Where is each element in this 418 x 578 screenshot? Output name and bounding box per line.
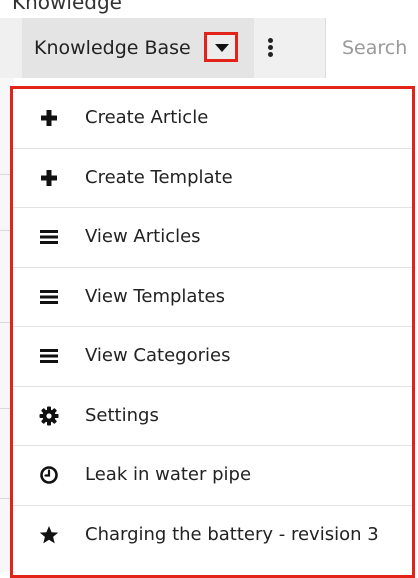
menu-item-label: View Categories <box>85 345 231 366</box>
menu-item-label: Settings <box>85 404 159 426</box>
menu-item-recent-leak-in-water-pipe[interactable]: Leak in water pipe <box>13 446 412 506</box>
list-icon <box>39 346 59 366</box>
menu-item-label: View Templates <box>85 285 225 307</box>
list-icon <box>39 287 59 307</box>
clock-icon <box>39 465 59 485</box>
menu-item-view-categories[interactable]: View Categories <box>13 327 412 387</box>
search-placeholder: Search <box>342 37 408 59</box>
menu-item-label: View Articles <box>85 226 201 247</box>
more-options-icon[interactable] <box>262 32 278 62</box>
module-header: Knowledge Base Search <box>0 18 418 78</box>
gear-icon <box>39 406 59 426</box>
menu-item-label: Leak in water pipe <box>85 464 252 485</box>
plus-icon <box>39 108 59 128</box>
menu-item-create-article[interactable]: Create Article <box>13 89 412 149</box>
menu-item-label: Charging the battery - revision 3 <box>85 523 379 545</box>
module-dropdown-caret-button[interactable] <box>204 32 238 62</box>
module-dropdown-menu: Create Article Create Template View Arti… <box>10 86 415 578</box>
plus-icon <box>39 168 59 188</box>
top-strip-label: Knowledge <box>12 0 122 14</box>
menu-item-view-templates[interactable]: View Templates <box>13 268 412 327</box>
menu-item-label: Create Template <box>85 166 233 188</box>
menu-item-favorite-charging-the-battery[interactable]: Charging the battery - revision 3 <box>13 506 412 566</box>
menu-item-create-template[interactable]: Create Template <box>13 149 412 208</box>
module-tab-label[interactable]: Knowledge Base <box>34 18 191 78</box>
menu-item-settings[interactable]: Settings <box>13 387 412 446</box>
menu-item-label: Create Article <box>85 107 209 128</box>
module-tab-knowledge-base[interactable]: Knowledge Base <box>22 18 254 78</box>
search-bar[interactable]: Search <box>325 18 418 78</box>
star-icon <box>39 525 59 545</box>
list-icon <box>39 227 59 247</box>
menu-item-view-articles[interactable]: View Articles <box>13 208 412 268</box>
top-strip: Knowledge <box>0 0 418 19</box>
